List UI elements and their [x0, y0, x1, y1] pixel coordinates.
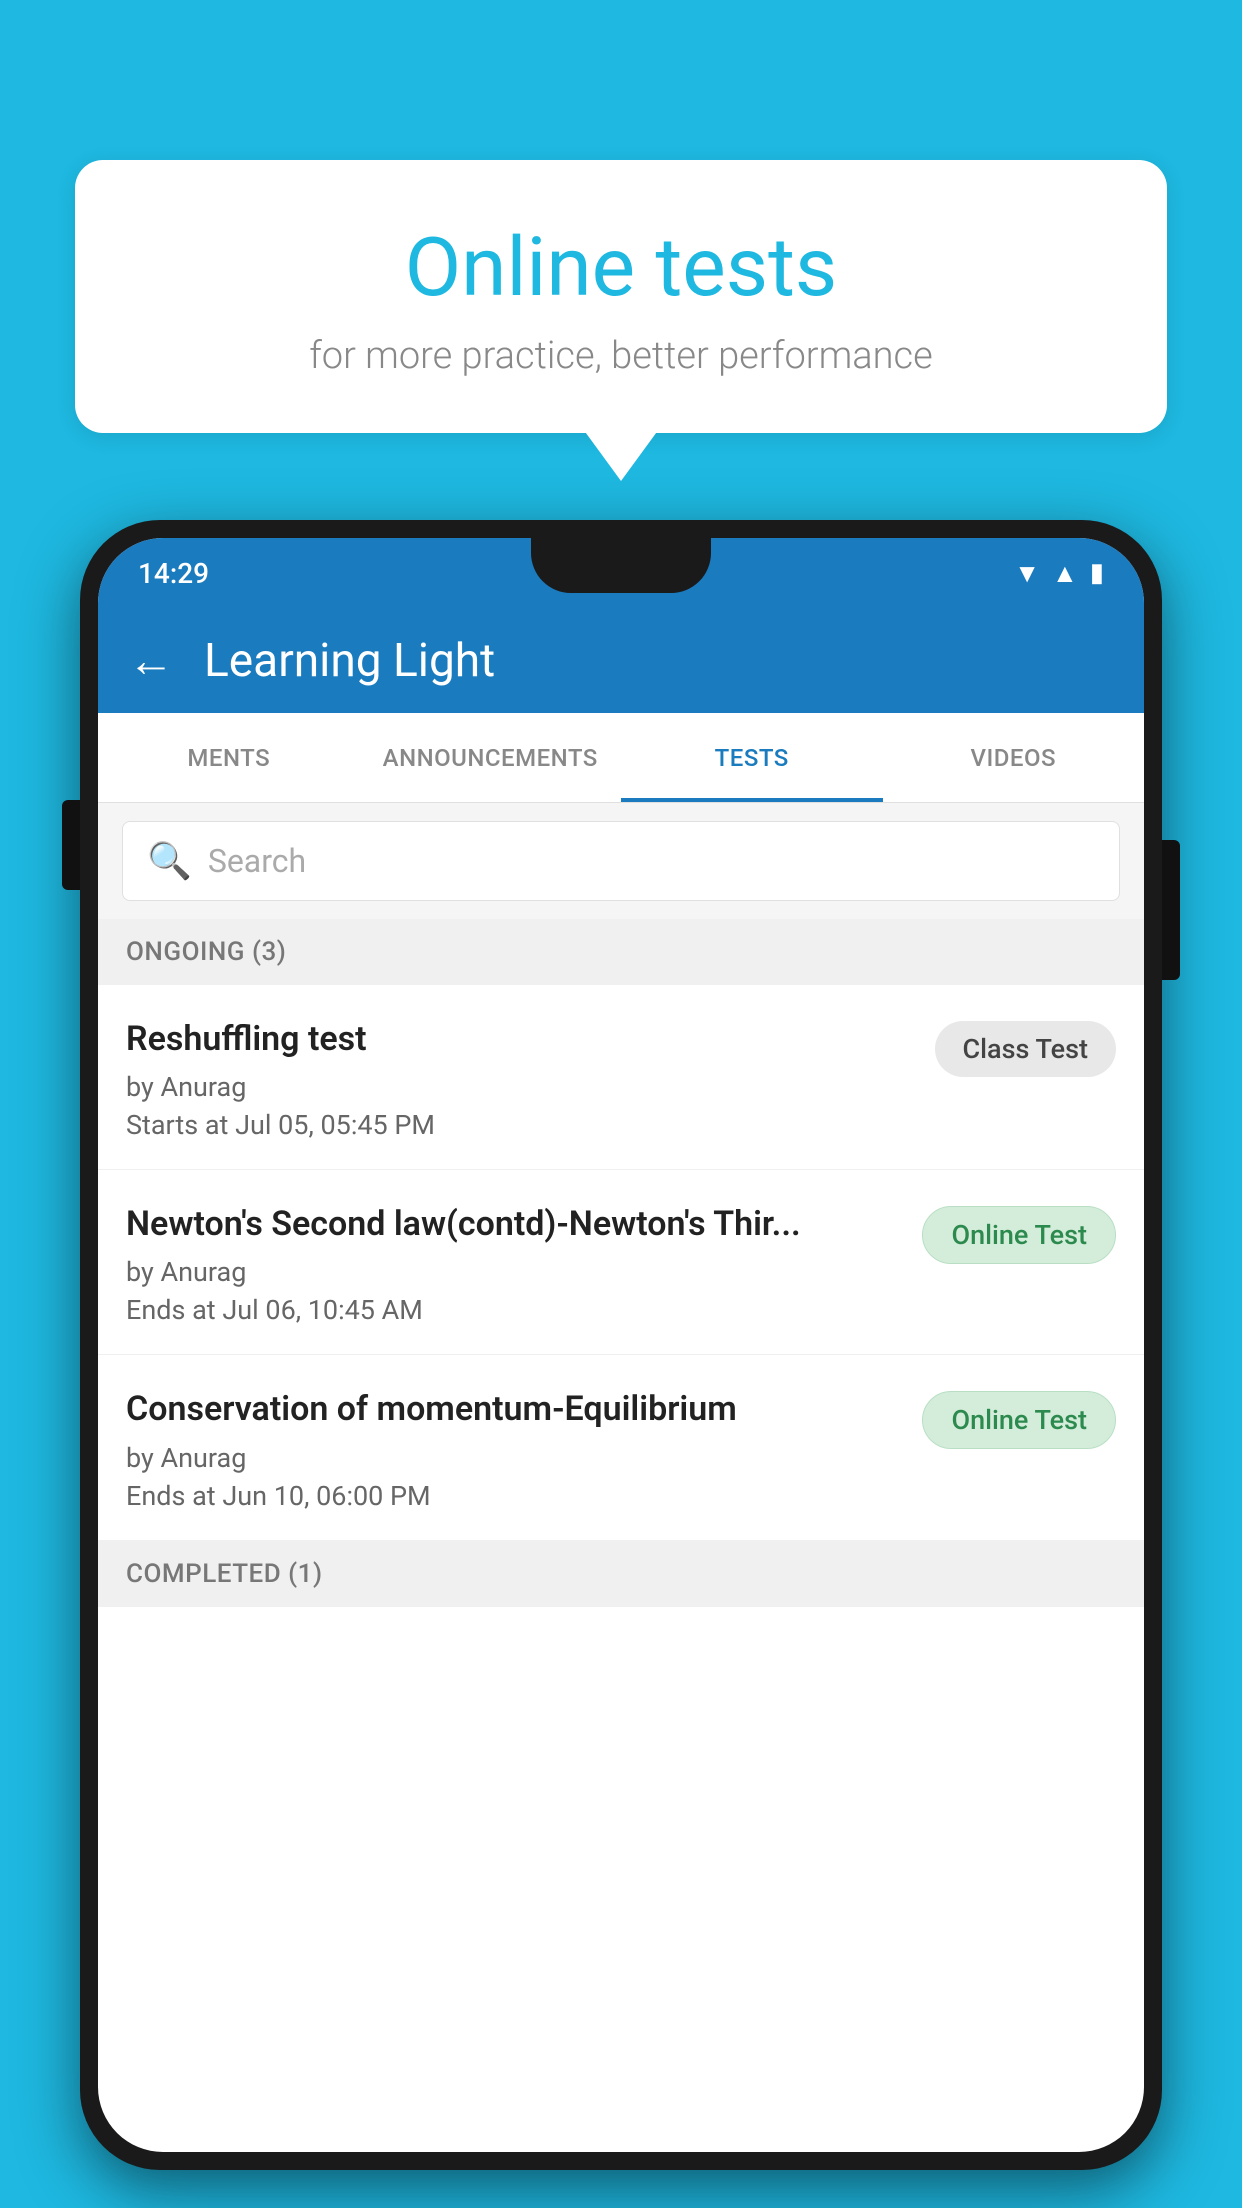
search-input[interactable]: 🔍 Search	[122, 821, 1120, 901]
ongoing-title: ONGOING (3)	[126, 937, 286, 967]
test-badge-online: Online Test	[922, 1206, 1116, 1264]
test-badge-class: Class Test	[935, 1021, 1117, 1077]
test-info: Newton's Second law(contd)-Newton's Thir…	[126, 1202, 902, 1326]
phone-container: 14:29 ▼ ▲ ▮ ← Learning Light MENTS ANNOU…	[80, 520, 1162, 2208]
phone-outer: 14:29 ▼ ▲ ▮ ← Learning Light MENTS ANNOU…	[80, 520, 1162, 2170]
tab-ments[interactable]: MENTS	[98, 713, 360, 802]
status-bar: 14:29 ▼ ▲ ▮	[98, 538, 1144, 608]
test-name: Newton's Second law(contd)-Newton's Thir…	[126, 1202, 902, 1246]
search-container: 🔍 Search	[98, 803, 1144, 919]
test-item[interactable]: Conservation of momentum-Equilibrium by …	[98, 1355, 1144, 1540]
status-time: 14:29	[138, 557, 209, 590]
signal-icon: ▲	[1052, 558, 1078, 589]
status-icons: ▼ ▲ ▮	[1014, 558, 1104, 589]
test-item[interactable]: Newton's Second law(contd)-Newton's Thir…	[98, 1170, 1144, 1355]
test-info: Reshuffling test by Anurag Starts at Jul…	[126, 1017, 915, 1141]
completed-section-header: COMPLETED (1)	[98, 1541, 1144, 1607]
search-icon: 🔍	[147, 840, 192, 882]
app-bar: ← Learning Light	[98, 608, 1144, 713]
phone-inner: 14:29 ▼ ▲ ▮ ← Learning Light MENTS ANNOU…	[98, 538, 1144, 2152]
bubble-title: Online tests	[125, 220, 1117, 316]
wifi-icon: ▼	[1014, 558, 1040, 589]
test-time: Ends at Jul 06, 10:45 AM	[126, 1294, 902, 1326]
battery-icon: ▮	[1090, 558, 1104, 588]
test-item[interactable]: Reshuffling test by Anurag Starts at Jul…	[98, 985, 1144, 1170]
ongoing-section-header: ONGOING (3)	[98, 919, 1144, 985]
speech-bubble: Online tests for more practice, better p…	[75, 160, 1167, 433]
test-time: Starts at Jul 05, 05:45 PM	[126, 1109, 915, 1141]
back-button[interactable]: ←	[128, 633, 174, 688]
search-placeholder: Search	[208, 842, 306, 880]
tabs-bar: MENTS ANNOUNCEMENTS TESTS VIDEOS	[98, 713, 1144, 803]
test-name: Conservation of momentum-Equilibrium	[126, 1387, 902, 1431]
test-name: Reshuffling test	[126, 1017, 915, 1061]
test-time: Ends at Jun 10, 06:00 PM	[126, 1480, 902, 1512]
test-list: Reshuffling test by Anurag Starts at Jul…	[98, 985, 1144, 1541]
app-title: Learning Light	[204, 634, 495, 688]
test-badge-online: Online Test	[922, 1391, 1116, 1449]
test-info: Conservation of momentum-Equilibrium by …	[126, 1387, 902, 1511]
completed-title: COMPLETED (1)	[126, 1559, 323, 1589]
test-author: by Anurag	[126, 1442, 902, 1474]
tab-videos[interactable]: VIDEOS	[883, 713, 1145, 802]
tab-tests[interactable]: TESTS	[621, 713, 883, 802]
test-author: by Anurag	[126, 1256, 902, 1288]
bubble-subtitle: for more practice, better performance	[125, 334, 1117, 378]
tab-announcements[interactable]: ANNOUNCEMENTS	[360, 713, 622, 802]
test-author: by Anurag	[126, 1071, 915, 1103]
